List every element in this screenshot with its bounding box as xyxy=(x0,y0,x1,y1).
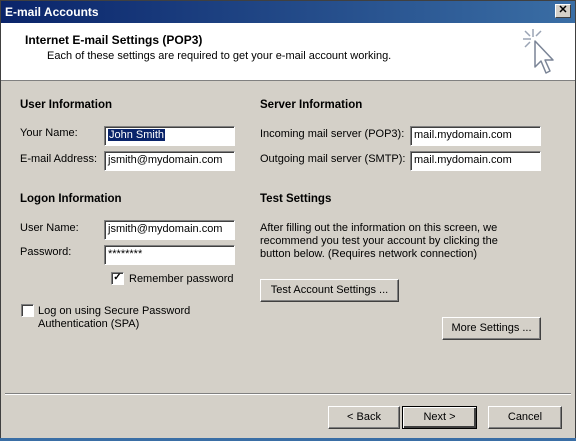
server-info-heading: Server Information xyxy=(260,99,363,111)
more-settings-button[interactable]: More Settings ... xyxy=(442,317,541,340)
test-desc-line2: recommend you test your account by click… xyxy=(260,235,498,247)
user-info-heading: User Information xyxy=(20,99,113,111)
cancel-button[interactable]: Cancel xyxy=(488,406,562,429)
wizard-cursor-icon xyxy=(523,29,554,74)
title-bar[interactable]: E-mail Accounts ✕ xyxy=(1,1,575,23)
test-desc-line1: After filling out the information on thi… xyxy=(260,222,498,234)
test-desc-line3: button below. (Requires network connecti… xyxy=(260,248,478,260)
back-button[interactable]: < Back xyxy=(328,406,400,429)
test-account-settings-button[interactable]: Test Account Settings ... xyxy=(260,279,399,302)
incoming-server-input[interactable]: mail.mydomain.com xyxy=(410,126,541,146)
email-address-label: E-mail Address: xyxy=(20,153,98,165)
settings-body: User Information Your Name: John Smith E… xyxy=(1,81,575,391)
user-name-input[interactable]: jsmith@mydomain.com xyxy=(104,220,235,240)
remember-password-checkbox[interactable]: ✓ xyxy=(111,272,124,285)
password-label: Password: xyxy=(20,246,72,258)
password-input[interactable]: ******** xyxy=(104,245,235,265)
your-name-input[interactable]: John Smith xyxy=(104,126,235,146)
window-title: E-mail Accounts xyxy=(5,5,99,19)
incoming-server-label: Incoming mail server (POP3): xyxy=(260,128,405,140)
email-address-input[interactable]: jsmith@mydomain.com xyxy=(104,151,235,171)
spa-label-line1: Log on using Secure Password xyxy=(38,305,191,317)
next-button[interactable]: Next > xyxy=(402,406,477,429)
header-subtitle: Each of these settings are required to g… xyxy=(47,50,392,62)
wizard-header: Internet E-mail Settings (POP3) Each of … xyxy=(1,23,575,81)
remember-password-label: Remember password xyxy=(129,273,234,285)
close-button[interactable]: ✕ xyxy=(555,4,571,18)
email-accounts-dialog: E-mail Accounts ✕ Internet E-mail Settin… xyxy=(0,0,576,441)
user-name-label: User Name: xyxy=(20,222,79,234)
your-name-label: Your Name: xyxy=(20,127,78,139)
test-settings-heading: Test Settings xyxy=(260,193,332,205)
outgoing-server-label: Outgoing mail server (SMTP): xyxy=(260,153,406,165)
your-name-value: John Smith xyxy=(108,129,166,141)
spa-label-line2: Authentication (SPA) xyxy=(38,318,140,330)
footer-separator xyxy=(5,393,571,395)
logon-info-heading: Logon Information xyxy=(20,193,122,205)
outgoing-server-input[interactable]: mail.mydomain.com xyxy=(410,151,541,171)
header-title: Internet E-mail Settings (POP3) xyxy=(25,33,203,47)
spa-checkbox[interactable] xyxy=(21,304,34,317)
